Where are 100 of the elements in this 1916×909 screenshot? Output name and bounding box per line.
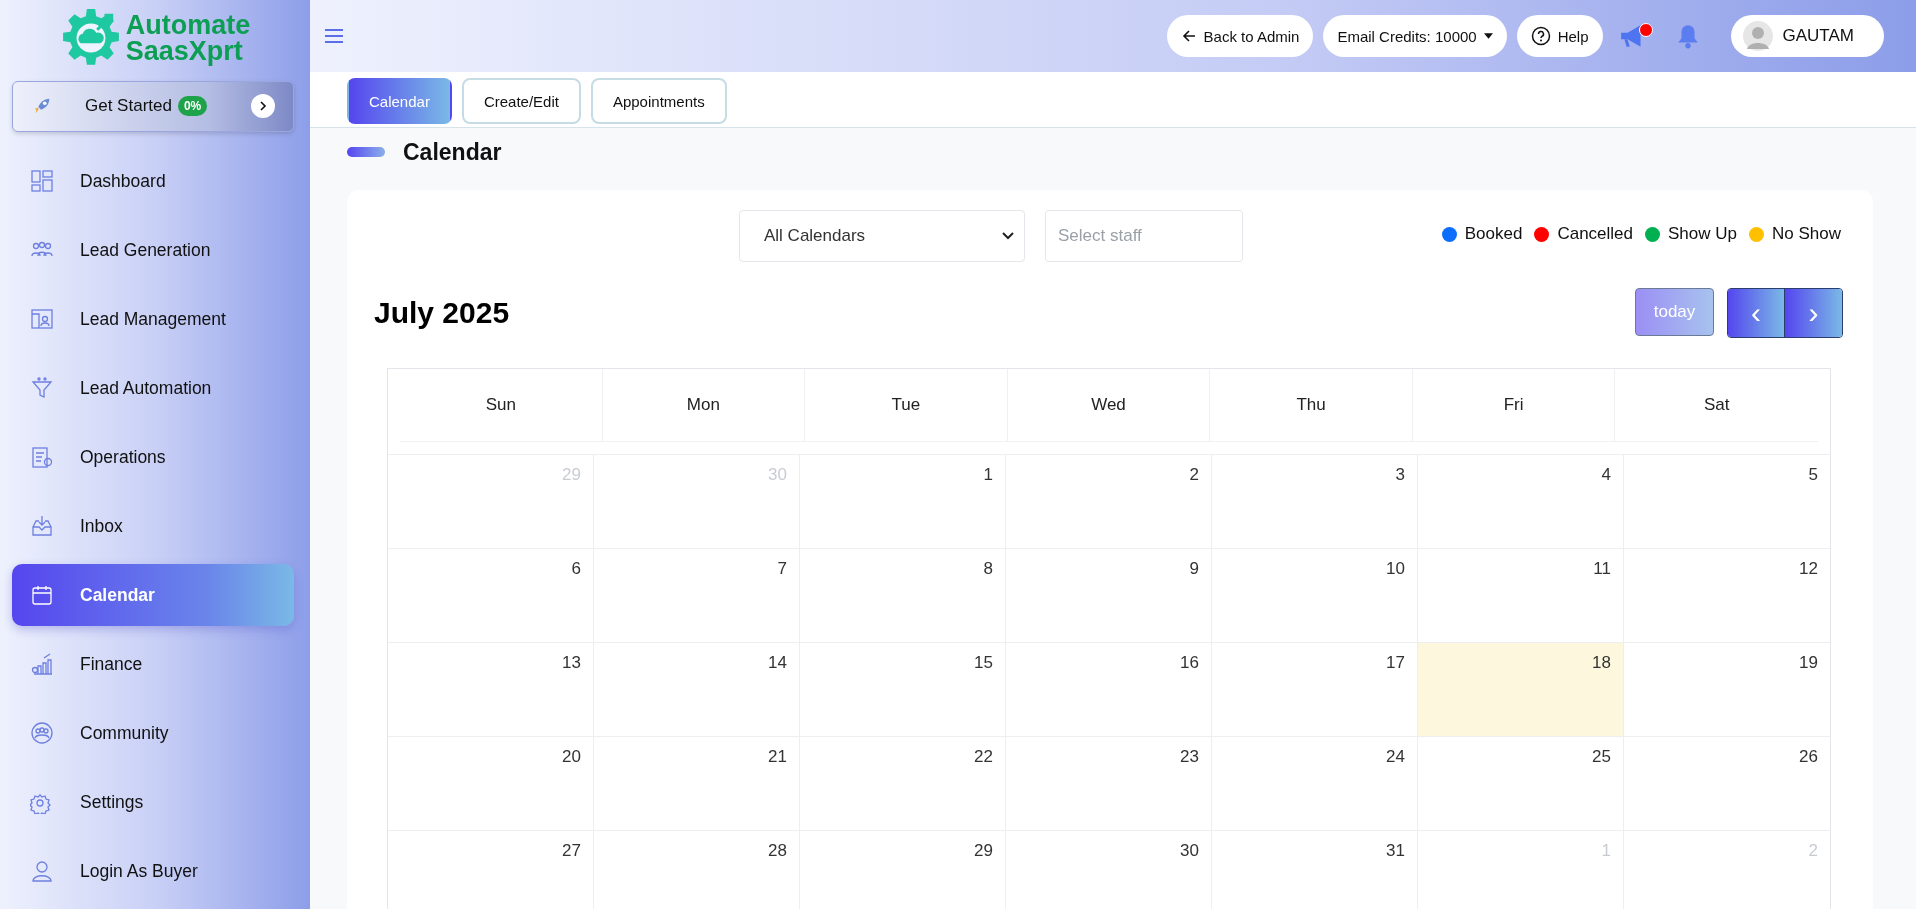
- day-cell[interactable]: 14: [594, 643, 800, 736]
- day-cell[interactable]: 28: [594, 831, 800, 909]
- tab[interactable]: Calendar: [347, 78, 452, 124]
- day-number: 1: [983, 465, 993, 485]
- day-cell[interactable]: 30: [1006, 831, 1212, 909]
- day-cell[interactable]: 15: [800, 643, 1006, 736]
- day-cell[interactable]: 20: [388, 737, 594, 830]
- tab[interactable]: Create/Edit: [461, 78, 581, 124]
- day-cell[interactable]: 19: [1624, 643, 1830, 736]
- day-cell[interactable]: 8: [800, 549, 1006, 642]
- day-cell[interactable]: 29: [800, 831, 1006, 909]
- legend-label: No Show: [1772, 224, 1841, 244]
- day-number: 21: [768, 747, 787, 767]
- day-number: 28: [768, 841, 787, 861]
- day-number: 20: [562, 747, 581, 767]
- menu-item-icon: [30, 376, 54, 400]
- sidebar-item[interactable]: Finance: [12, 633, 294, 695]
- sidebar-item[interactable]: Login As Buyer: [12, 840, 294, 902]
- day-cell[interactable]: 6: [388, 549, 594, 642]
- day-cell[interactable]: 23: [1006, 737, 1212, 830]
- weekday-header: Fri: [1412, 369, 1616, 441]
- day-cell[interactable]: 7: [594, 549, 800, 642]
- avatar-icon: [1742, 21, 1773, 51]
- day-cell[interactable]: 22: [800, 737, 1006, 830]
- day-number: 22: [974, 747, 993, 767]
- day-cell[interactable]: 9: [1006, 549, 1212, 642]
- weekday-header: Wed: [1007, 369, 1211, 441]
- day-number: 3: [1395, 465, 1405, 485]
- staff-field[interactable]: Select staff: [1045, 210, 1243, 262]
- day-number: 9: [1189, 559, 1199, 579]
- menu-item-icon: [30, 721, 54, 745]
- user-menu-button[interactable]: GAUTAM: [1730, 15, 1884, 57]
- day-number: 23: [1180, 747, 1199, 767]
- day-number: 17: [1386, 653, 1405, 673]
- menu-item-icon: [30, 445, 54, 469]
- day-cell[interactable]: 5: [1624, 455, 1830, 548]
- day-cell[interactable]: 24: [1212, 737, 1418, 830]
- sidebar-item[interactable]: Inbox: [12, 495, 294, 557]
- tab[interactable]: Appointments: [590, 78, 727, 124]
- legend-label: Booked: [1464, 224, 1523, 244]
- title-accent-bar: [347, 147, 385, 157]
- day-cell[interactable]: 26: [1624, 737, 1830, 830]
- day-number: 31: [1386, 841, 1405, 861]
- day-number: 19: [1799, 653, 1818, 673]
- day-cell[interactable]: 2: [1006, 455, 1212, 548]
- menu-icon[interactable]: [324, 28, 344, 44]
- day-cell[interactable]: 4: [1418, 455, 1624, 548]
- weekday-header: Thu: [1210, 369, 1413, 441]
- day-cell[interactable]: 1: [800, 455, 1006, 548]
- day-number: 5: [1808, 465, 1818, 485]
- chevron-down-icon: [1002, 232, 1014, 240]
- day-cell[interactable]: 21: [594, 737, 800, 830]
- sidebar-item[interactable]: Lead Automation: [12, 357, 294, 419]
- day-number: 11: [1593, 559, 1611, 579]
- day-cell[interactable]: 25: [1418, 737, 1624, 830]
- day-number: 14: [768, 653, 787, 673]
- next-month-button[interactable]: ›: [1785, 289, 1842, 337]
- day-cell[interactable]: 27: [388, 831, 594, 909]
- day-number: 2: [1189, 465, 1199, 485]
- sidebar-item[interactable]: Community: [12, 702, 294, 764]
- day-cell[interactable]: 16: [1006, 643, 1212, 736]
- day-cell[interactable]: 18: [1418, 643, 1624, 736]
- page-title: Calendar: [403, 138, 502, 166]
- sidebar-item[interactable]: Lead Management: [12, 288, 294, 350]
- day-number: 13: [562, 653, 581, 673]
- sidebar-item[interactable]: Lead Generation: [12, 219, 294, 281]
- day-number: 15: [974, 653, 993, 673]
- day-cell[interactable]: 13: [388, 643, 594, 736]
- help-icon: [1530, 26, 1551, 46]
- day-cell[interactable]: 31: [1212, 831, 1418, 909]
- day-number: 29: [974, 841, 993, 861]
- sidebar-item[interactable]: Dashboard: [12, 150, 294, 212]
- day-number: 6: [571, 559, 581, 579]
- day-cell[interactable]: 12: [1624, 549, 1830, 642]
- day-cell[interactable]: 10: [1212, 549, 1418, 642]
- day-number: 16: [1180, 653, 1199, 673]
- sidebar-item[interactable]: Operations: [12, 426, 294, 488]
- day-number: 10: [1386, 559, 1405, 579]
- weekday-header: Sun: [400, 369, 603, 441]
- day-cell[interactable]: 11: [1418, 549, 1624, 642]
- sidebar-item[interactable]: Calendar: [12, 564, 294, 626]
- get-started-label: Get Started: [85, 96, 172, 117]
- day-number: 25: [1592, 747, 1611, 767]
- calendar-select[interactable]: All Calendars: [739, 210, 1025, 262]
- caret-icon: [1483, 33, 1493, 39]
- legend-label: Show Up: [1668, 224, 1737, 244]
- day-number: 27: [562, 841, 581, 861]
- menu-item-icon: [30, 652, 54, 676]
- day-cell[interactable]: 3: [1212, 455, 1418, 548]
- get-started-button[interactable]: Get Started 0%: [12, 80, 294, 132]
- back-to-admin-button[interactable]: Back to Admin: [1166, 15, 1314, 57]
- menu-item-icon: [30, 514, 54, 538]
- day-number: 30: [1180, 841, 1199, 861]
- chevron-right-icon: [251, 94, 275, 119]
- previous-month-button[interactable]: ‹: [1728, 289, 1785, 337]
- help-button[interactable]: Help: [1516, 15, 1603, 57]
- day-number: 12: [1799, 559, 1818, 579]
- email-credits-dropdown[interactable]: Email Credits: 10000: [1323, 15, 1507, 57]
- sidebar-item[interactable]: Settings: [12, 771, 294, 833]
- day-number: 4: [1601, 465, 1611, 485]
